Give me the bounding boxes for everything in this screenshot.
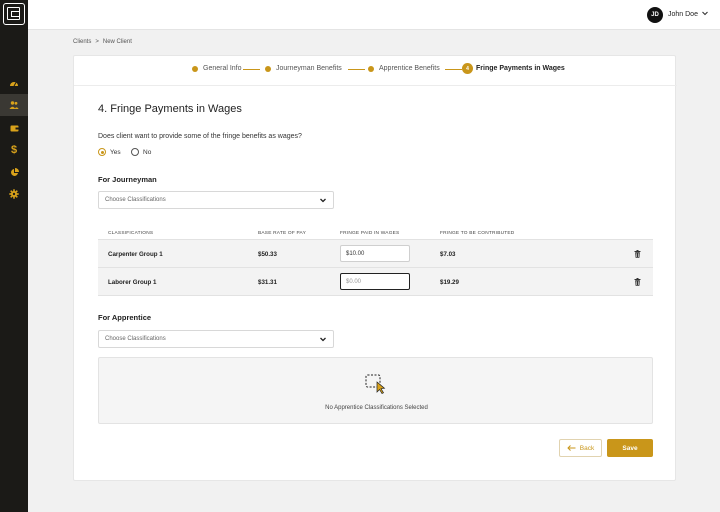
app-logo[interactable] — [3, 3, 25, 25]
step-complete-dot — [368, 65, 374, 72]
trash-icon[interactable] — [634, 250, 641, 258]
selection-cursor-icon — [365, 374, 386, 394]
sidebar: $ — [0, 0, 28, 512]
step-connector — [243, 69, 260, 70]
back-button[interactable]: Back — [559, 439, 602, 457]
stepper: General Info Journeyman Benefits Apprent… — [74, 56, 677, 86]
cell-base-rate: $50.33 — [258, 251, 277, 258]
radio-unselected-icon[interactable] — [131, 148, 139, 156]
table-row: Carpenter Group 1 $50.33 $10.00 $7.03 — [98, 239, 653, 268]
step-connector — [348, 69, 365, 70]
back-button-label: Back — [579, 444, 595, 452]
cell-classification: Carpenter Group 1 — [108, 251, 163, 258]
apprentice-empty-state: No Apprentice Classifications Selected — [98, 357, 653, 424]
step-fringe-payments[interactable]: 4 Fringe Payments in Wages — [462, 63, 565, 74]
step-complete-dot — [265, 65, 271, 72]
radio-yes-label: Yes — [110, 148, 121, 156]
cell-fringe-contributed: $19.29 — [440, 279, 459, 286]
gear-icon[interactable] — [0, 183, 28, 205]
step-number: 4 — [462, 63, 473, 74]
dashboard-icon[interactable] — [0, 72, 28, 94]
radio-yes[interactable]: Yes — [98, 148, 121, 156]
empty-message: No Apprentice Classifications Selected — [325, 405, 428, 411]
step-label: General Info — [203, 65, 242, 72]
step-apprentice-benefits[interactable]: Apprentice Benefits — [368, 65, 440, 72]
fringe-paid-input[interactable]: $0.00 — [340, 273, 410, 290]
column-header: Base Rate of Pay — [258, 231, 306, 236]
column-header: Fringe to be Contributed — [440, 231, 515, 236]
step-complete-dot — [192, 65, 198, 72]
chevron-down-icon — [319, 335, 327, 345]
select-placeholder: Choose Classifications — [105, 336, 166, 342]
top-bar — [28, 0, 720, 30]
journeyman-title: For Journeyman — [98, 175, 157, 184]
table-row: Laborer Group 1 $31.31 $0.00 $19.29 — [98, 267, 653, 296]
column-header: Fringe Paid in Wages — [340, 231, 400, 236]
radio-selected-icon[interactable] — [98, 148, 106, 156]
step-label: Fringe Payments in Wages — [476, 65, 565, 72]
dollar-icon[interactable]: $ — [0, 139, 28, 161]
select-placeholder: Choose Classifications — [105, 197, 166, 203]
cell-fringe-contributed: $7.03 — [440, 251, 456, 258]
cell-classification: Laborer Group 1 — [108, 279, 157, 286]
page-title: 4. Fringe Payments in Wages — [98, 103, 242, 115]
step-label: Apprentice Benefits — [379, 65, 440, 72]
arrow-left-icon — [567, 445, 576, 451]
radio-no[interactable]: No — [131, 148, 151, 156]
journeyman-classification-select[interactable]: Choose Classifications — [98, 191, 334, 209]
user-name[interactable]: John Doe — [668, 11, 698, 18]
form-card: General Info Journeyman Benefits Apprent… — [73, 55, 677, 481]
step-journeyman-benefits[interactable]: Journeyman Benefits — [265, 65, 342, 72]
avatar[interactable]: JD — [647, 7, 663, 23]
breadcrumb-current: New Client — [102, 39, 132, 45]
chevron-down-icon — [319, 196, 327, 206]
pie-chart-icon[interactable] — [0, 161, 28, 183]
apprentice-title: For Apprentice — [98, 313, 152, 322]
users-icon[interactable] — [0, 94, 28, 116]
trash-icon[interactable] — [634, 278, 641, 286]
fringe-paid-input[interactable]: $10.00 — [340, 245, 410, 262]
step-connector — [445, 69, 462, 70]
breadcrumb-clients[interactable]: Clients — [73, 39, 91, 45]
breadcrumb: Clients > New Client — [73, 39, 132, 45]
step-label: Journeyman Benefits — [276, 65, 342, 72]
apprentice-classification-select[interactable]: Choose Classifications — [98, 330, 334, 348]
column-header: Classifications — [108, 231, 154, 236]
save-button[interactable]: Save — [607, 439, 653, 457]
cell-base-rate: $31.31 — [258, 279, 277, 286]
wages-question: Does client want to provide some of the … — [98, 133, 302, 140]
chevron-down-icon[interactable] — [701, 9, 709, 19]
radio-no-label: No — [143, 148, 152, 156]
breadcrumb-separator: > — [95, 39, 99, 45]
step-general-info[interactable]: General Info — [192, 65, 242, 72]
wallet-icon[interactable] — [0, 117, 28, 139]
